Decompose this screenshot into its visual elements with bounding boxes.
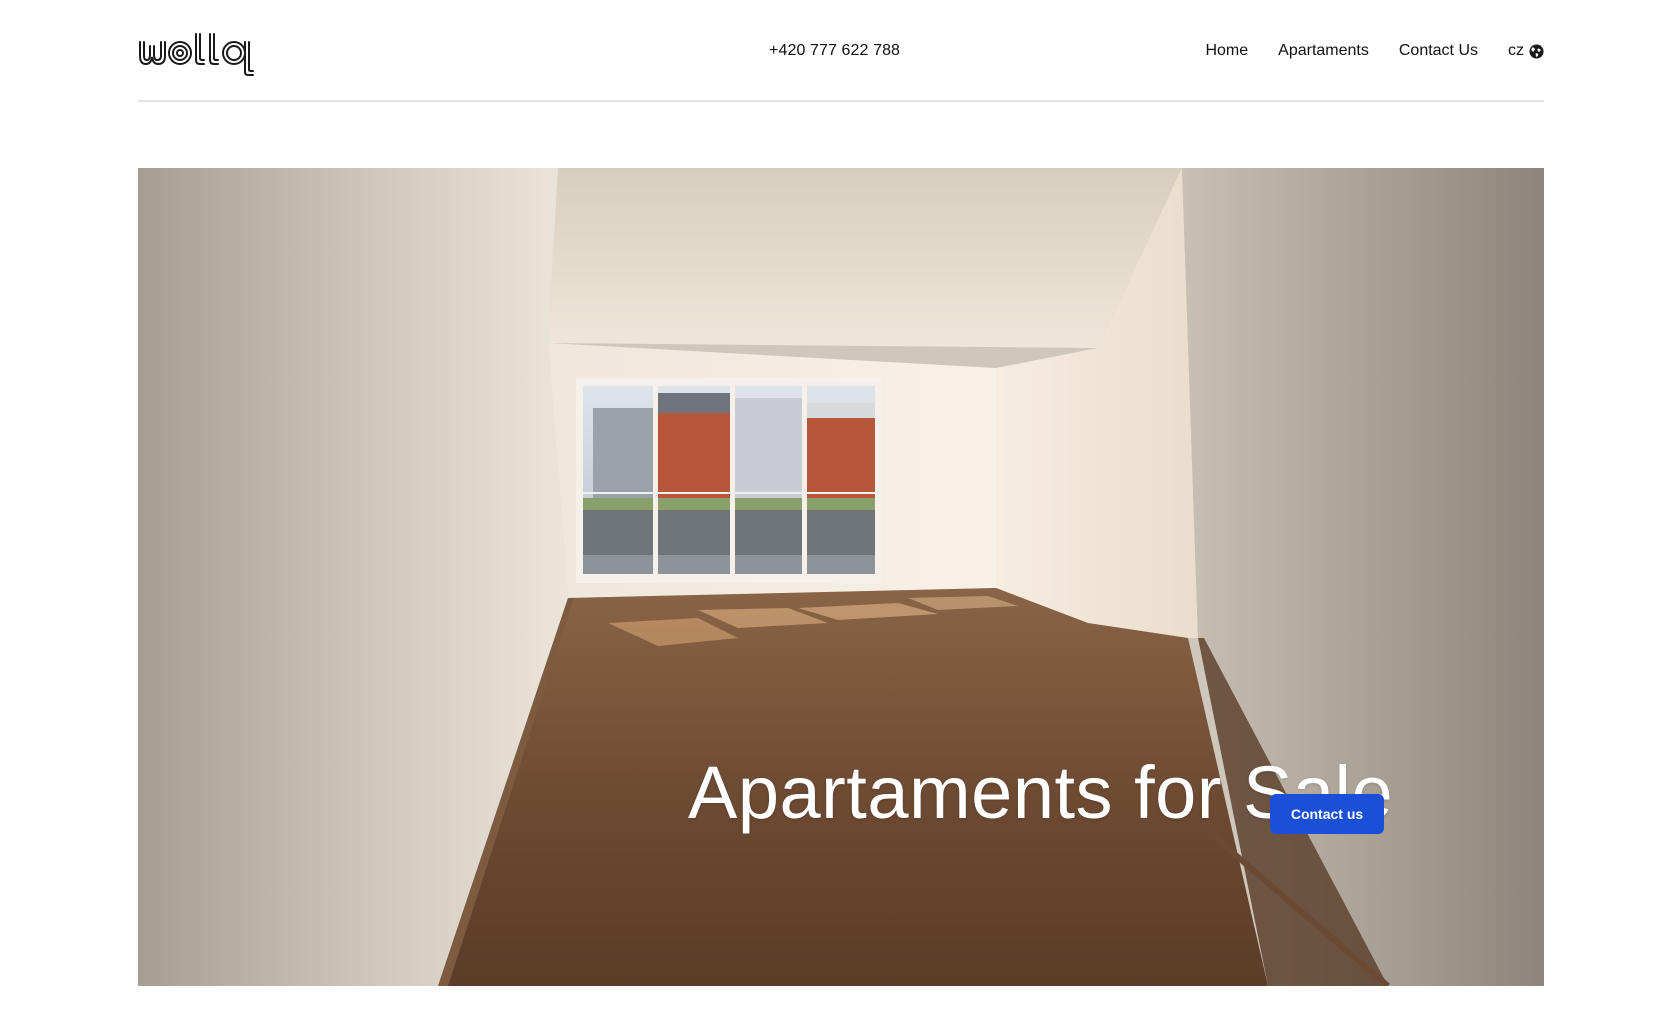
language-label: cz <box>1508 42 1524 59</box>
hero-section: Apartaments for Sale Contact us <box>138 168 1544 986</box>
site-header: +420 777 622 788 Home Apartaments Contac… <box>138 0 1544 102</box>
wolla-logo[interactable] <box>138 30 270 76</box>
hero-apartment-image <box>138 168 1544 986</box>
phone-number-link[interactable]: +420 777 622 788 <box>769 42 900 60</box>
wolla-logo-icon <box>139 33 254 76</box>
nav-home-link[interactable]: Home <box>1205 42 1248 60</box>
nav-contact-link[interactable]: Contact Us <box>1399 42 1478 60</box>
language-switcher[interactable]: cz <box>1508 42 1544 60</box>
main-nav: Home Apartaments Contact Us cz <box>1205 42 1544 60</box>
globe-icon <box>1529 43 1544 59</box>
nav-apartaments-link[interactable]: Apartaments <box>1278 42 1369 60</box>
contact-us-button[interactable]: Contact us <box>1270 794 1384 834</box>
